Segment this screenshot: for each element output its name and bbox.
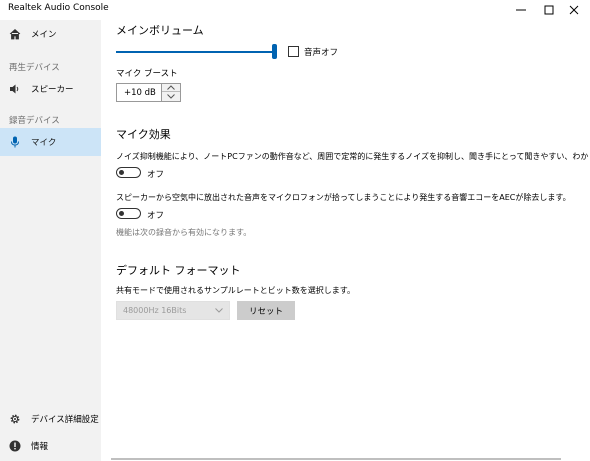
home-icon: [9, 28, 21, 40]
default-format-title: デフォルト フォーマット: [116, 264, 241, 277]
sidebar-item-mic[interactable]: マイク: [0, 128, 101, 156]
horizontal-scrollbar[interactable]: [111, 458, 561, 460]
sidebar-item-advanced-settings[interactable]: デバイス詳細設定: [0, 405, 101, 433]
volume-slider-thumb[interactable]: [272, 44, 277, 59]
stepper-down-button[interactable]: [162, 92, 180, 100]
app-title: Realtek Audio Console: [8, 3, 109, 13]
toggle-knob: [119, 210, 124, 216]
noise-suppression-toggle[interactable]: [116, 167, 141, 178]
mic-boost-label: マイク ブースト: [116, 69, 178, 79]
sidebar-item-label: デバイス詳細設定: [31, 415, 99, 425]
mic-boost-value: +10 dB: [124, 88, 156, 98]
sidebar-item-label: 情報: [31, 442, 49, 452]
default-format-description: 共有モードで使用されるサンプルレートとビット数を選択します。: [116, 286, 355, 295]
speaker-icon: [9, 83, 21, 95]
stepper-up-button[interactable]: [162, 84, 180, 92]
sidebar-item-speaker[interactable]: スピーカー: [0, 75, 101, 103]
reset-button[interactable]: リセット: [237, 301, 295, 320]
format-selected-value: 48000Hz 16Bits: [123, 306, 187, 315]
microphone-icon: [9, 136, 21, 148]
toggle-knob: [119, 169, 124, 175]
noise-suppression-state: オフ: [147, 170, 165, 180]
stepper-arrows: [161, 84, 180, 101]
mute-checkbox[interactable]: [288, 46, 299, 57]
format-select[interactable]: 48000Hz 16Bits: [116, 301, 230, 320]
sidebar: メイン 再生デバイス スピーカー 録音デバイス マイク デバイス詳細設定 情報: [0, 20, 101, 461]
recording-devices-header: 録音デバイス: [9, 116, 60, 126]
effects-note: 機能は次の録音から有効になります。: [116, 228, 252, 237]
mic-boost-stepper[interactable]: +10 dB: [116, 83, 181, 102]
chevron-up-icon: [167, 85, 175, 90]
main-volume-title: メインボリューム: [116, 24, 204, 37]
minimize-icon: [516, 9, 526, 11]
echo-cancellation-description: スピーカーから空気中に放出された音声をマイクロフォンが拾ってしまうことにより発生…: [116, 193, 571, 202]
info-icon: [9, 440, 21, 452]
title-bar: Realtek Audio Console: [0, 0, 590, 20]
mute-label: 音声オフ: [304, 48, 339, 58]
chevron-down-icon: [167, 93, 175, 99]
volume-slider-track[interactable]: [116, 51, 274, 53]
gear-icon: [9, 413, 21, 425]
chevron-down-icon: [215, 308, 223, 313]
close-button[interactable]: [557, 0, 590, 20]
mic-effects-title: マイク効果: [116, 128, 171, 141]
noise-suppression-description: ノイズ抑制機能により、ノートPCファンの動作音など、周囲で定常的に発生するノイズ…: [116, 152, 590, 161]
sidebar-item-label: スピーカー: [31, 85, 74, 95]
main-panel: メインボリューム 音声オフ マイク ブースト +10 dB マイク効果 ノイズ抑…: [101, 20, 590, 461]
close-icon: [569, 5, 578, 15]
sidebar-item-label: マイク: [31, 138, 57, 148]
playback-devices-header: 再生デバイス: [9, 63, 60, 73]
maximize-icon: [544, 5, 554, 15]
echo-cancellation-state: オフ: [147, 211, 165, 221]
sidebar-item-label: メイン: [31, 30, 57, 40]
sidebar-item-main[interactable]: メイン: [0, 20, 101, 48]
echo-cancellation-toggle[interactable]: [116, 208, 141, 219]
sidebar-item-info[interactable]: 情報: [0, 432, 101, 460]
